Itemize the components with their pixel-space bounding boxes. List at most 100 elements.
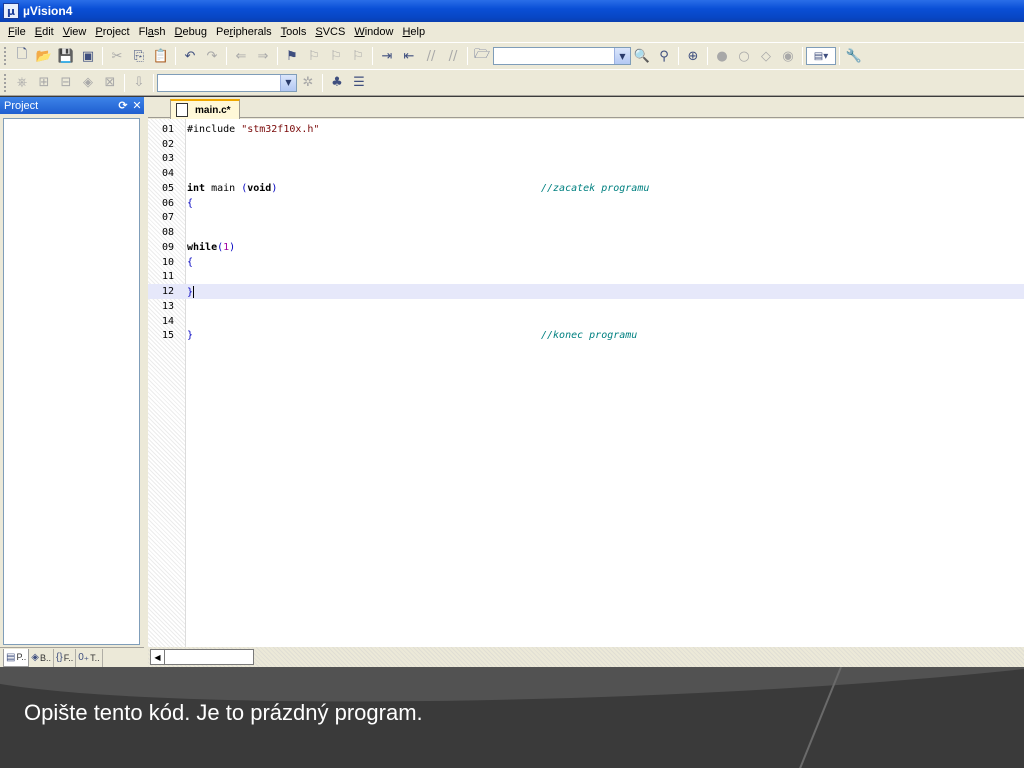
open-folder-icon[interactable]: 📂 [33,45,55,67]
menu-window[interactable]: Window [350,26,397,38]
menu-edit[interactable]: Edit [31,26,58,38]
project-tree[interactable] [3,118,140,645]
code-line[interactable]: 07 [148,211,1024,226]
uncomment-icon[interactable]: // [442,45,464,67]
menu-file[interactable]: File [4,26,30,38]
project-tab-icon: ▤ [6,651,16,663]
target-options-icon[interactable]: ✲ [297,72,319,94]
code-line[interactable]: 10 { [148,255,1024,270]
c-file-icon [176,103,188,117]
chevron-down-icon[interactable]: ▼ [280,74,296,91]
file-extensions-icon[interactable]: ☰ [348,72,370,94]
menu-view[interactable]: View [59,26,91,38]
window-layout-icon[interactable]: ▤▾ [806,47,836,65]
editor-tab-strip: main.c* [148,97,1024,119]
menu-help[interactable]: Help [398,26,429,38]
code-line[interactable]: 11 [148,270,1024,285]
horizontal-scrollbar[interactable]: ◀ [148,647,1024,667]
project-panel-title: Project [4,99,39,112]
uvision-app-icon[interactable]: μ [3,3,19,19]
navigate-forward-icon[interactable]: ⇒ [252,45,274,67]
line-number: 07 [161,212,174,224]
bookmark-clear-icon[interactable]: ⚐ [347,45,369,67]
slide-caption: Opište tento kód. Je to prázdný program. [24,700,423,725]
comment-icon[interactable]: // [420,45,442,67]
batch-build-icon[interactable]: ◈ [77,72,99,94]
menu-bar: File Edit View Project Flash Debug Peripherals… [0,22,1024,42]
find-combo[interactable]: ▼ [493,47,631,65]
code-line[interactable]: 01 #include "stm32f10x.h" [148,122,1024,137]
rebuild-icon[interactable]: ⊟ [55,72,77,94]
project-tab-1[interactable]: ◈ B.. [29,648,55,667]
project-tab-3[interactable]: 0₊ T.. [76,648,103,667]
chevron-down-icon[interactable]: ▼ [614,48,630,64]
navigate-back-icon[interactable]: ⇐ [230,45,252,67]
breakpoint-enable-icon[interactable]: ○ [733,45,755,67]
breakpoint-disable-all-icon[interactable]: ◇ [755,45,777,67]
code-line[interactable]: 13 [148,299,1024,314]
code-line[interactable]: 14 [148,314,1024,329]
menu-svcs[interactable]: SVCS [311,26,349,38]
code-line[interactable]: 15} //konec programu [148,329,1024,344]
menu-flash[interactable]: Flash [135,26,170,38]
menu-tools[interactable]: Tools [277,26,311,38]
code-line[interactable]: 03 [148,152,1024,167]
target-select[interactable]: ▼ [157,73,297,92]
download-icon[interactable]: ⇩ [128,72,150,94]
pin-icon[interactable]: ⟳ [116,99,130,112]
toolbar-separator [124,73,125,92]
toolbar-separator [467,47,468,65]
close-icon[interactable]: ✕ [130,99,144,112]
code-line[interactable]: 12} [148,284,1024,299]
menu-project[interactable]: Project [91,26,133,38]
code-line[interactable]: 04 [148,166,1024,181]
cut-icon[interactable]: ✂ [106,45,128,67]
undo-icon[interactable]: ↶ [179,45,201,67]
paste-icon[interactable]: 📋 [150,45,172,67]
code-line[interactable]: 02 [148,137,1024,152]
code-line[interactable]: 06 { [148,196,1024,211]
manage-components-icon[interactable]: ♣ [326,72,348,94]
bookmark-prev-icon[interactable]: ⚐ [303,45,325,67]
project-tab-2[interactable]: {} F.. [54,648,77,667]
unindent-icon[interactable]: ⇤ [398,45,420,67]
scroll-left-icon[interactable]: ◀ [151,650,165,664]
toolbar-separator [707,47,708,65]
toolbar-separator [226,47,227,65]
toolbar-grip[interactable] [4,73,7,92]
templates-tab-icon: 0₊ [78,652,90,663]
translate-icon[interactable]: ⎈ [11,72,33,94]
project-panel-header: Project ⟳ ✕ [0,97,144,114]
menu-peripherals[interactable]: Peripherals [212,26,276,38]
menu-debug[interactable]: Debug [171,26,211,38]
code-editor[interactable]: 01 #include "stm32f10x.h" 02 03 04 05 int main… [148,119,1024,647]
find-in-files-icon[interactable]: 🗁 [471,45,493,67]
line-number: 03 [161,153,174,165]
toolbar-grip[interactable] [4,47,7,65]
save-all-icon[interactable]: ▣ [77,45,99,67]
code-line[interactable]: 08 [148,225,1024,240]
save-icon[interactable]: 💾 [55,45,77,67]
project-tab-0[interactable]: ▤ P.. [3,648,30,667]
indent-icon[interactable]: ⇥ [376,45,398,67]
line-number: 05 [161,182,174,194]
breakpoint-kill-all-icon[interactable]: ◉ [777,45,799,67]
bookmark-next-icon[interactable]: ⚐ [325,45,347,67]
scrollbar-track[interactable]: ◀ [150,649,254,665]
stop-build-icon[interactable]: ⊠ [99,72,121,94]
copy-icon[interactable]: ⎘ [128,45,150,67]
redo-icon[interactable]: ↷ [201,45,223,67]
tab-main-c[interactable]: main.c* [170,99,240,119]
line-number: 04 [161,168,174,180]
breakpoint-insert-icon[interactable]: ● [711,45,733,67]
code-line[interactable]: 09 while(1) [148,240,1024,255]
new-file-icon[interactable]: 🗋 [11,45,33,67]
build-icon[interactable]: ⊞ [33,72,55,94]
incremental-find-icon[interactable]: ⚲ [653,45,675,67]
bookmark-toggle-icon[interactable]: ⚑ [281,45,303,67]
code-line[interactable]: 05 int main (void) //zacatek programu [148,181,1024,196]
debug-session-icon[interactable]: ⊕ [682,45,704,67]
find-icon[interactable]: 🔍 [631,45,653,67]
code-text: while(1) [187,241,236,253]
configure-wrench-icon[interactable]: 🔧 [843,45,865,67]
